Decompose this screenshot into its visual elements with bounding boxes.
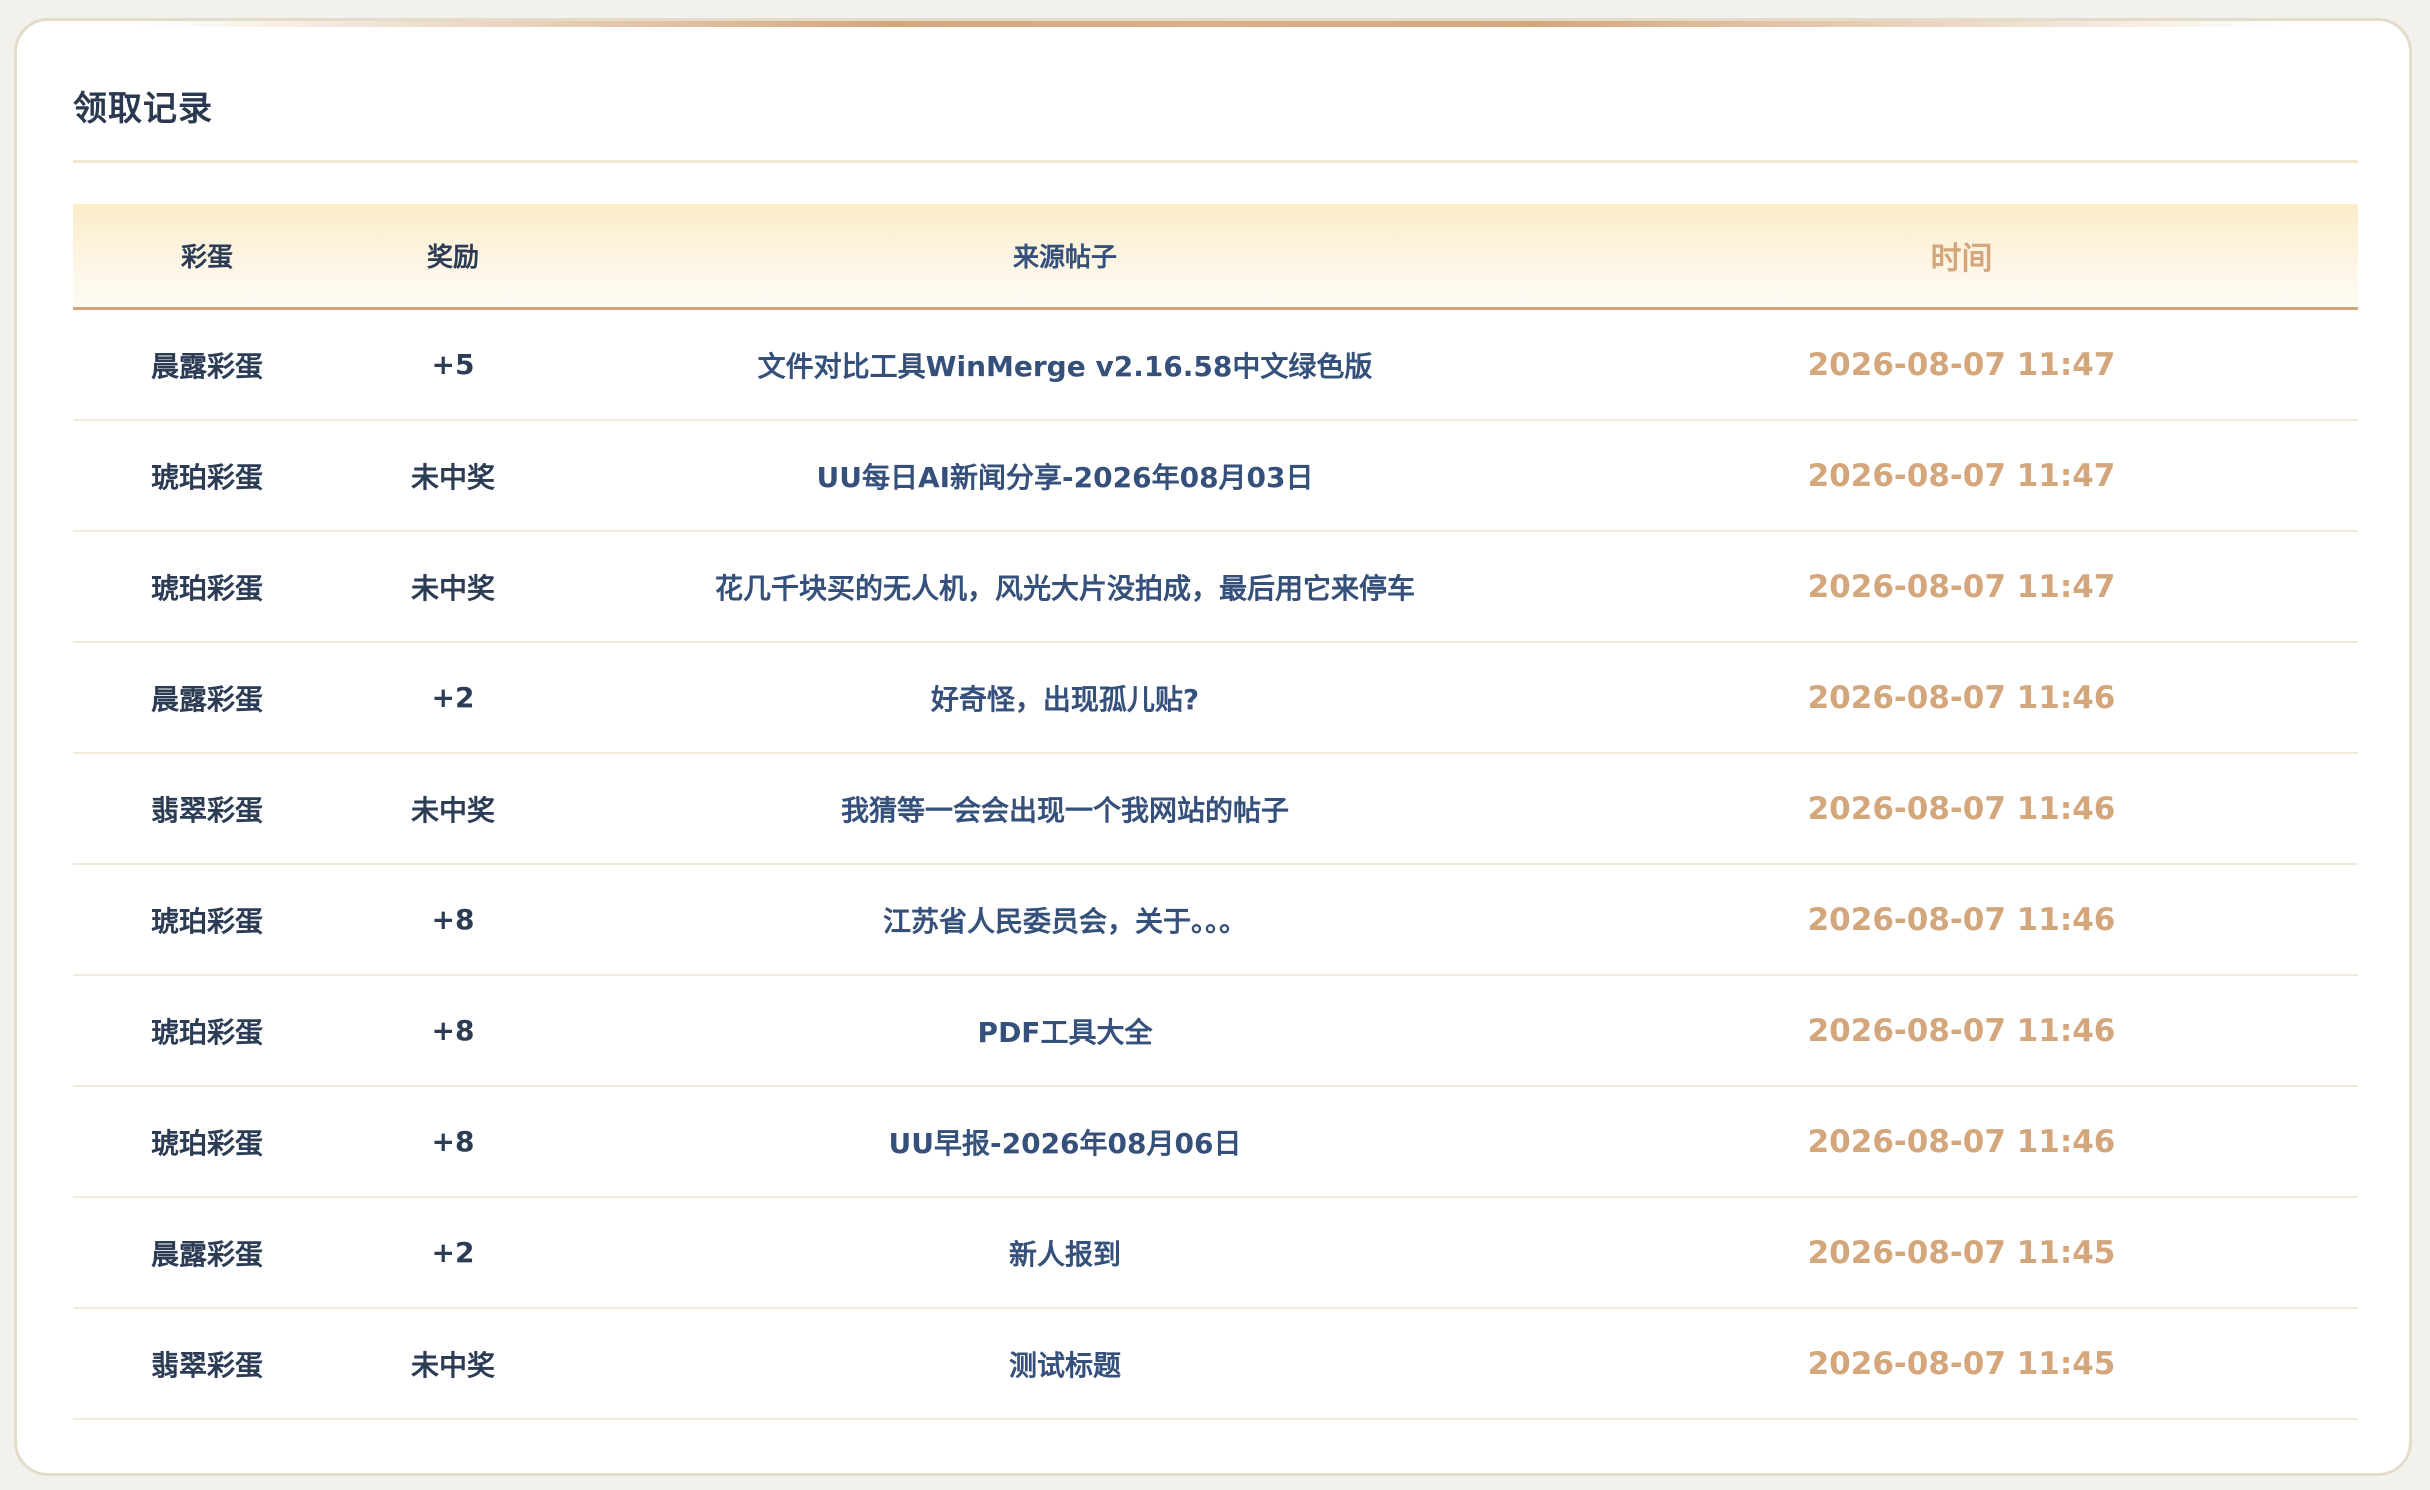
cell-source-post-link[interactable]: 花几千块买的无人机，风光大片没拍成，最后用它来停车 xyxy=(565,532,1565,641)
table-row: 晨露彩蛋 +2 好奇怪，出现孤儿贴? 2026-08-07 11:46 xyxy=(73,643,2358,754)
cell-egg: 琥珀彩蛋 xyxy=(150,1126,263,1160)
cell-egg: 晨露彩蛋 xyxy=(150,349,263,383)
cell-egg: 琥珀彩蛋 xyxy=(150,571,263,605)
cell-time: 2026-08-07 11:45 xyxy=(1807,1234,2116,1271)
records-panel: 领取记录 彩蛋 奖励 来源帖子 时间 晨露彩蛋 +5 文件对比工具WinMerg… xyxy=(14,18,2412,1476)
cell-reward: +8 xyxy=(431,1014,475,1047)
panel-title: 领取记录 xyxy=(73,89,213,129)
cell-egg: 琥珀彩蛋 xyxy=(150,904,263,938)
header-egg: 彩蛋 xyxy=(180,243,233,273)
cell-reward: 未中奖 xyxy=(410,460,495,494)
header-source-post: 来源帖子 xyxy=(1012,243,1117,273)
cell-time: 2026-08-07 11:47 xyxy=(1807,568,2116,605)
table-row: 琥珀彩蛋 未中奖 花几千块买的无人机，风光大片没拍成，最后用它来停车 2026-… xyxy=(73,532,2358,643)
cell-reward: +2 xyxy=(431,1236,475,1269)
cell-source-post-link[interactable]: PDF工具大全 xyxy=(565,976,1565,1085)
cell-source-post-link[interactable]: 新人报到 xyxy=(565,1198,1565,1307)
cell-time: 2026-08-07 11:46 xyxy=(1807,1012,2116,1049)
cell-reward: 未中奖 xyxy=(410,793,495,827)
cell-source-post-link[interactable]: 文件对比工具WinMerge v2.16.58中文绿色版 xyxy=(565,310,1565,419)
cell-egg: 翡翠彩蛋 xyxy=(150,793,263,827)
cell-time: 2026-08-07 11:46 xyxy=(1807,901,2116,938)
cell-source-post-link[interactable]: 测试标题 xyxy=(565,1309,1565,1418)
cell-time: 2026-08-07 11:46 xyxy=(1807,790,2116,827)
cell-source-post-link[interactable]: UU每日AI新闻分享-2026年08月03日 xyxy=(565,421,1565,530)
cell-time: 2026-08-07 11:47 xyxy=(1807,346,2116,383)
cell-source-post-link[interactable]: 江苏省人民委员会，关于。。。 xyxy=(565,865,1565,974)
cell-reward: 未中奖 xyxy=(410,571,495,605)
cell-egg: 翡翠彩蛋 xyxy=(150,1348,263,1382)
cell-time: 2026-08-07 11:46 xyxy=(1807,1123,2116,1160)
cell-time: 2026-08-07 11:45 xyxy=(1807,1345,2116,1382)
panel-accent-line xyxy=(137,21,2289,27)
cell-time: 2026-08-07 11:47 xyxy=(1807,457,2116,494)
table-row: 晨露彩蛋 +5 文件对比工具WinMerge v2.16.58中文绿色版 202… xyxy=(73,310,2358,421)
cell-egg: 琥珀彩蛋 xyxy=(150,1015,263,1049)
cell-egg: 琥珀彩蛋 xyxy=(150,460,263,494)
header-time: 时间 xyxy=(1930,241,1993,277)
cell-source-post-link[interactable]: 好奇怪，出现孤儿贴? xyxy=(565,643,1565,752)
cell-reward: +8 xyxy=(431,903,475,936)
records-table: 彩蛋 奖励 来源帖子 时间 晨露彩蛋 +5 文件对比工具WinMerge v2.… xyxy=(73,204,2358,1420)
cell-egg: 晨露彩蛋 xyxy=(150,1237,263,1271)
cell-source-post-link[interactable]: 我猜等一会会出现一个我网站的帖子 xyxy=(565,754,1565,863)
cell-reward: +8 xyxy=(431,1125,475,1158)
table-row: 琥珀彩蛋 +8 UU早报-2026年08月06日 2026-08-07 11:4… xyxy=(73,1087,2358,1198)
table-row: 琥珀彩蛋 +8 江苏省人民委员会，关于。。。 2026-08-07 11:46 xyxy=(73,865,2358,976)
cell-reward: 未中奖 xyxy=(410,1348,495,1382)
table-row: 翡翠彩蛋 未中奖 测试标题 2026-08-07 11:45 xyxy=(73,1309,2358,1420)
cell-time: 2026-08-07 11:46 xyxy=(1807,679,2116,716)
table-row: 晨露彩蛋 +2 新人报到 2026-08-07 11:45 xyxy=(73,1198,2358,1309)
cell-source-post-link[interactable]: UU早报-2026年08月06日 xyxy=(565,1087,1565,1196)
cell-reward: +2 xyxy=(431,681,475,714)
cell-egg: 晨露彩蛋 xyxy=(150,682,263,716)
table-row: 琥珀彩蛋 未中奖 UU每日AI新闻分享-2026年08月03日 2026-08-… xyxy=(73,421,2358,532)
table-row: 琥珀彩蛋 +8 PDF工具大全 2026-08-07 11:46 xyxy=(73,976,2358,1087)
table-header: 彩蛋 奖励 来源帖子 时间 xyxy=(73,204,2358,310)
header-reward: 奖励 xyxy=(426,243,479,273)
table-row: 翡翠彩蛋 未中奖 我猜等一会会出现一个我网站的帖子 2026-08-07 11:… xyxy=(73,754,2358,865)
cell-reward: +5 xyxy=(431,348,475,381)
title-divider xyxy=(73,160,2358,163)
